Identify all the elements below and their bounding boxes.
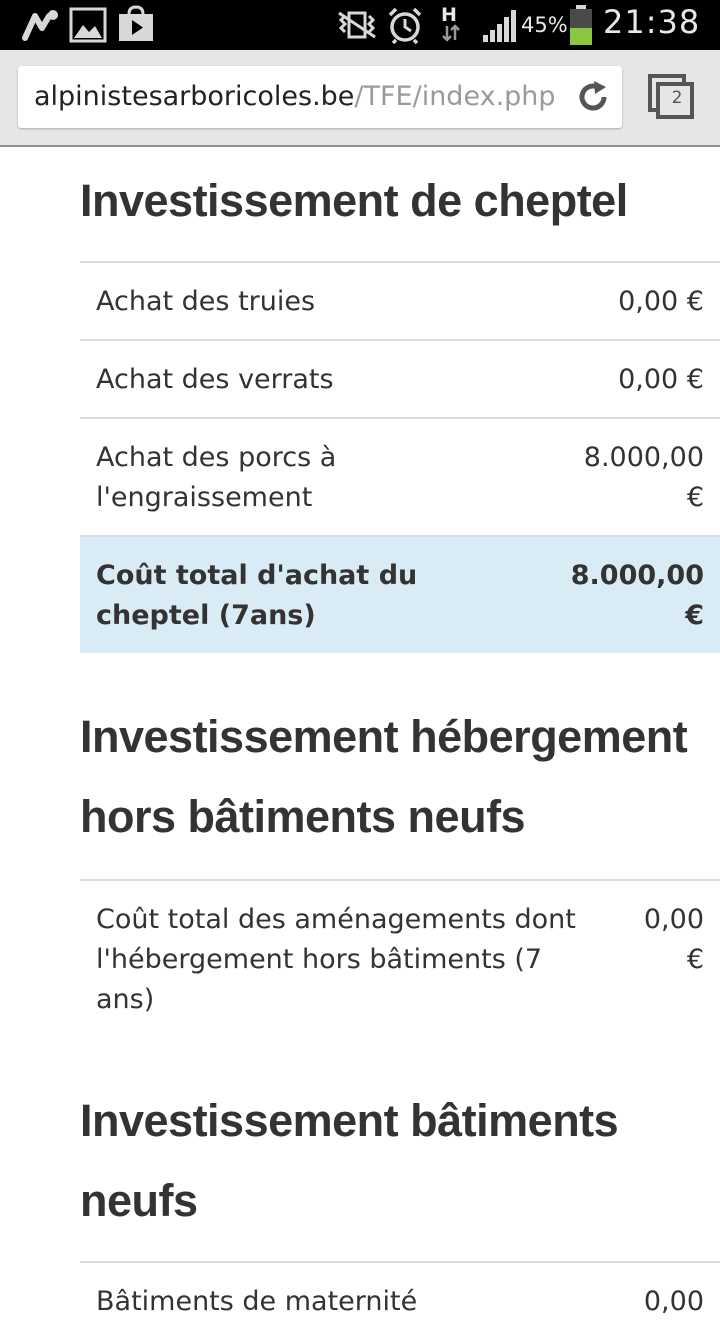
battery-icon [570,5,592,45]
url-bar[interactable]: alpinistesarboricoles.be/TFE/index.php [18,66,622,128]
battery-percent: 45% [521,13,568,37]
vibrate-icon [338,11,376,39]
network-type-label: H [441,4,457,26]
total-amount: 8.000,00 € [548,535,720,653]
page-content: Investissement de cheptel Achat des trui… [80,146,720,1339]
tab-count: 2 [671,88,683,108]
play-store-icon [119,5,153,41]
row-amount: 0,00 € [618,879,720,1037]
section-title-hebergement: Investissement hébergement hors bâtiment… [80,711,688,842]
row-amount: 0,00 [548,1261,720,1339]
notification-icon [22,10,58,41]
cheptel-table: Achat des truies 0,00 € Achat des verrat… [80,261,720,653]
url-text[interactable]: alpinistesarboricoles.be/TFE/index.php [34,81,564,112]
row-amount: 8.000,00 € [548,417,720,536]
status-bar: H 45% 21:38 [0,0,720,50]
reload-icon[interactable] [574,78,612,116]
clock: 21:38 [603,3,701,41]
signal-icon [483,10,516,42]
total-row: Coût total d'achat du cheptel (7ans) 8.0… [80,535,720,653]
row-label: Coût total des aménagements dont l'héber… [80,879,618,1037]
row-amount: 0,00 € [548,261,720,340]
row-label: Achat des porcs à l'engraissement [80,417,548,536]
data-transfer-icon [442,24,460,42]
row-label: Bâtiments de maternité [80,1261,548,1339]
alarm-icon [388,7,422,44]
section-title-cheptel: Investissement de cheptel [80,175,628,226]
url-domain: alpinistesarboricoles.be [34,81,355,112]
batiments-table: Bâtiments de maternité 0,00 [80,1261,720,1339]
hebergement-table: Coût total des aménagements dont l'héber… [80,879,720,1037]
section-title-batiments: Investissement bâtiments neufs [80,1095,619,1226]
row-amount: 0,00 € [548,339,720,418]
tabs-button[interactable]: 2 [648,74,696,124]
table-row: Coût total des aménagements dont l'héber… [80,879,720,1037]
url-path: /TFE/index.php [354,81,556,112]
total-label: Coût total d'achat du cheptel (7ans) [80,535,548,653]
table-row: Bâtiments de maternité 0,00 [80,1261,720,1339]
table-row: Achat des porcs à l'engraissement 8.000,… [80,417,720,536]
gallery-icon [69,7,107,43]
browser-toolbar: alpinistesarboricoles.be/TFE/index.php 2 [0,50,720,147]
row-label: Achat des truies [80,261,548,340]
row-label: Achat des verrats [80,339,548,418]
table-row: Achat des truies 0,00 € [80,261,720,340]
table-row: Achat des verrats 0,00 € [80,339,720,418]
